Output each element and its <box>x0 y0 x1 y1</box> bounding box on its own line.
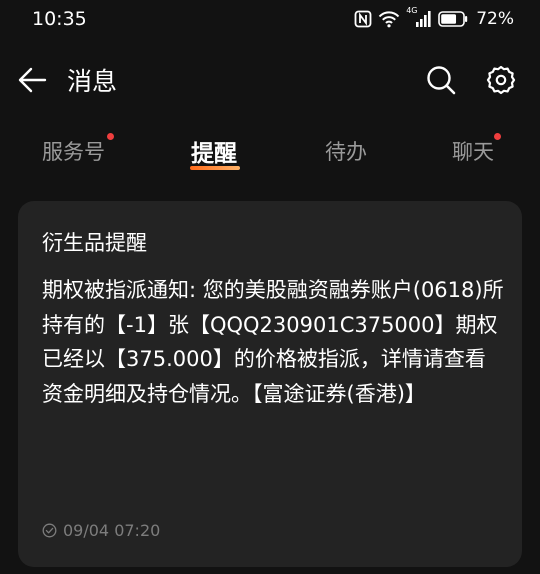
wifi-icon <box>378 10 400 28</box>
settings-button[interactable] <box>485 64 517 96</box>
notification-card[interactable]: 衍生品提醒 期权被指派通知: 您的美股融资融券账户(0618)所持有的【-1】张… <box>18 201 522 567</box>
tab-badge-dot <box>107 133 114 140</box>
status-icons: 4G 72% <box>354 6 514 29</box>
page-title: 消息 <box>67 67 118 96</box>
battery-icon <box>438 11 468 27</box>
message-tabs: 服务号 提醒 待办 聊天 <box>0 128 540 178</box>
status-time: 10:35 <box>32 8 87 30</box>
tab-todo[interactable]: 待办 <box>325 136 367 166</box>
back-button[interactable] <box>16 64 48 96</box>
nfc-icon <box>354 10 372 28</box>
search-button[interactable] <box>425 64 457 96</box>
app-header: 消息 <box>0 52 540 106</box>
gear-icon <box>486 65 516 95</box>
tab-label: 服务号 <box>42 140 105 164</box>
tab-label: 待办 <box>325 140 367 164</box>
status-bar: 10:35 4G 72% <box>0 0 540 38</box>
battery-percentage: 72% <box>476 9 514 29</box>
check-circle-icon <box>42 523 57 538</box>
active-tab-indicator <box>190 166 240 170</box>
card-timestamp: 09/04 07:20 <box>42 521 160 540</box>
card-body: 期权被指派通知: 您的美股融资融券账户(0618)所持有的【-1】张【QQQ23… <box>42 278 504 406</box>
tab-service-accounts[interactable]: 服务号 <box>42 136 105 166</box>
arrow-left-icon <box>18 67 47 93</box>
tab-chat[interactable]: 聊天 <box>452 136 494 166</box>
tab-reminders[interactable]: 提醒 <box>191 134 237 168</box>
signal-icon: 4G <box>406 6 432 29</box>
tab-label: 提醒 <box>191 141 237 167</box>
tab-label: 聊天 <box>452 140 494 164</box>
tab-badge-dot <box>494 133 501 140</box>
card-title: 衍生品提醒 <box>42 231 147 255</box>
search-icon <box>427 66 456 95</box>
timestamp-text: 09/04 07:20 <box>63 521 161 540</box>
